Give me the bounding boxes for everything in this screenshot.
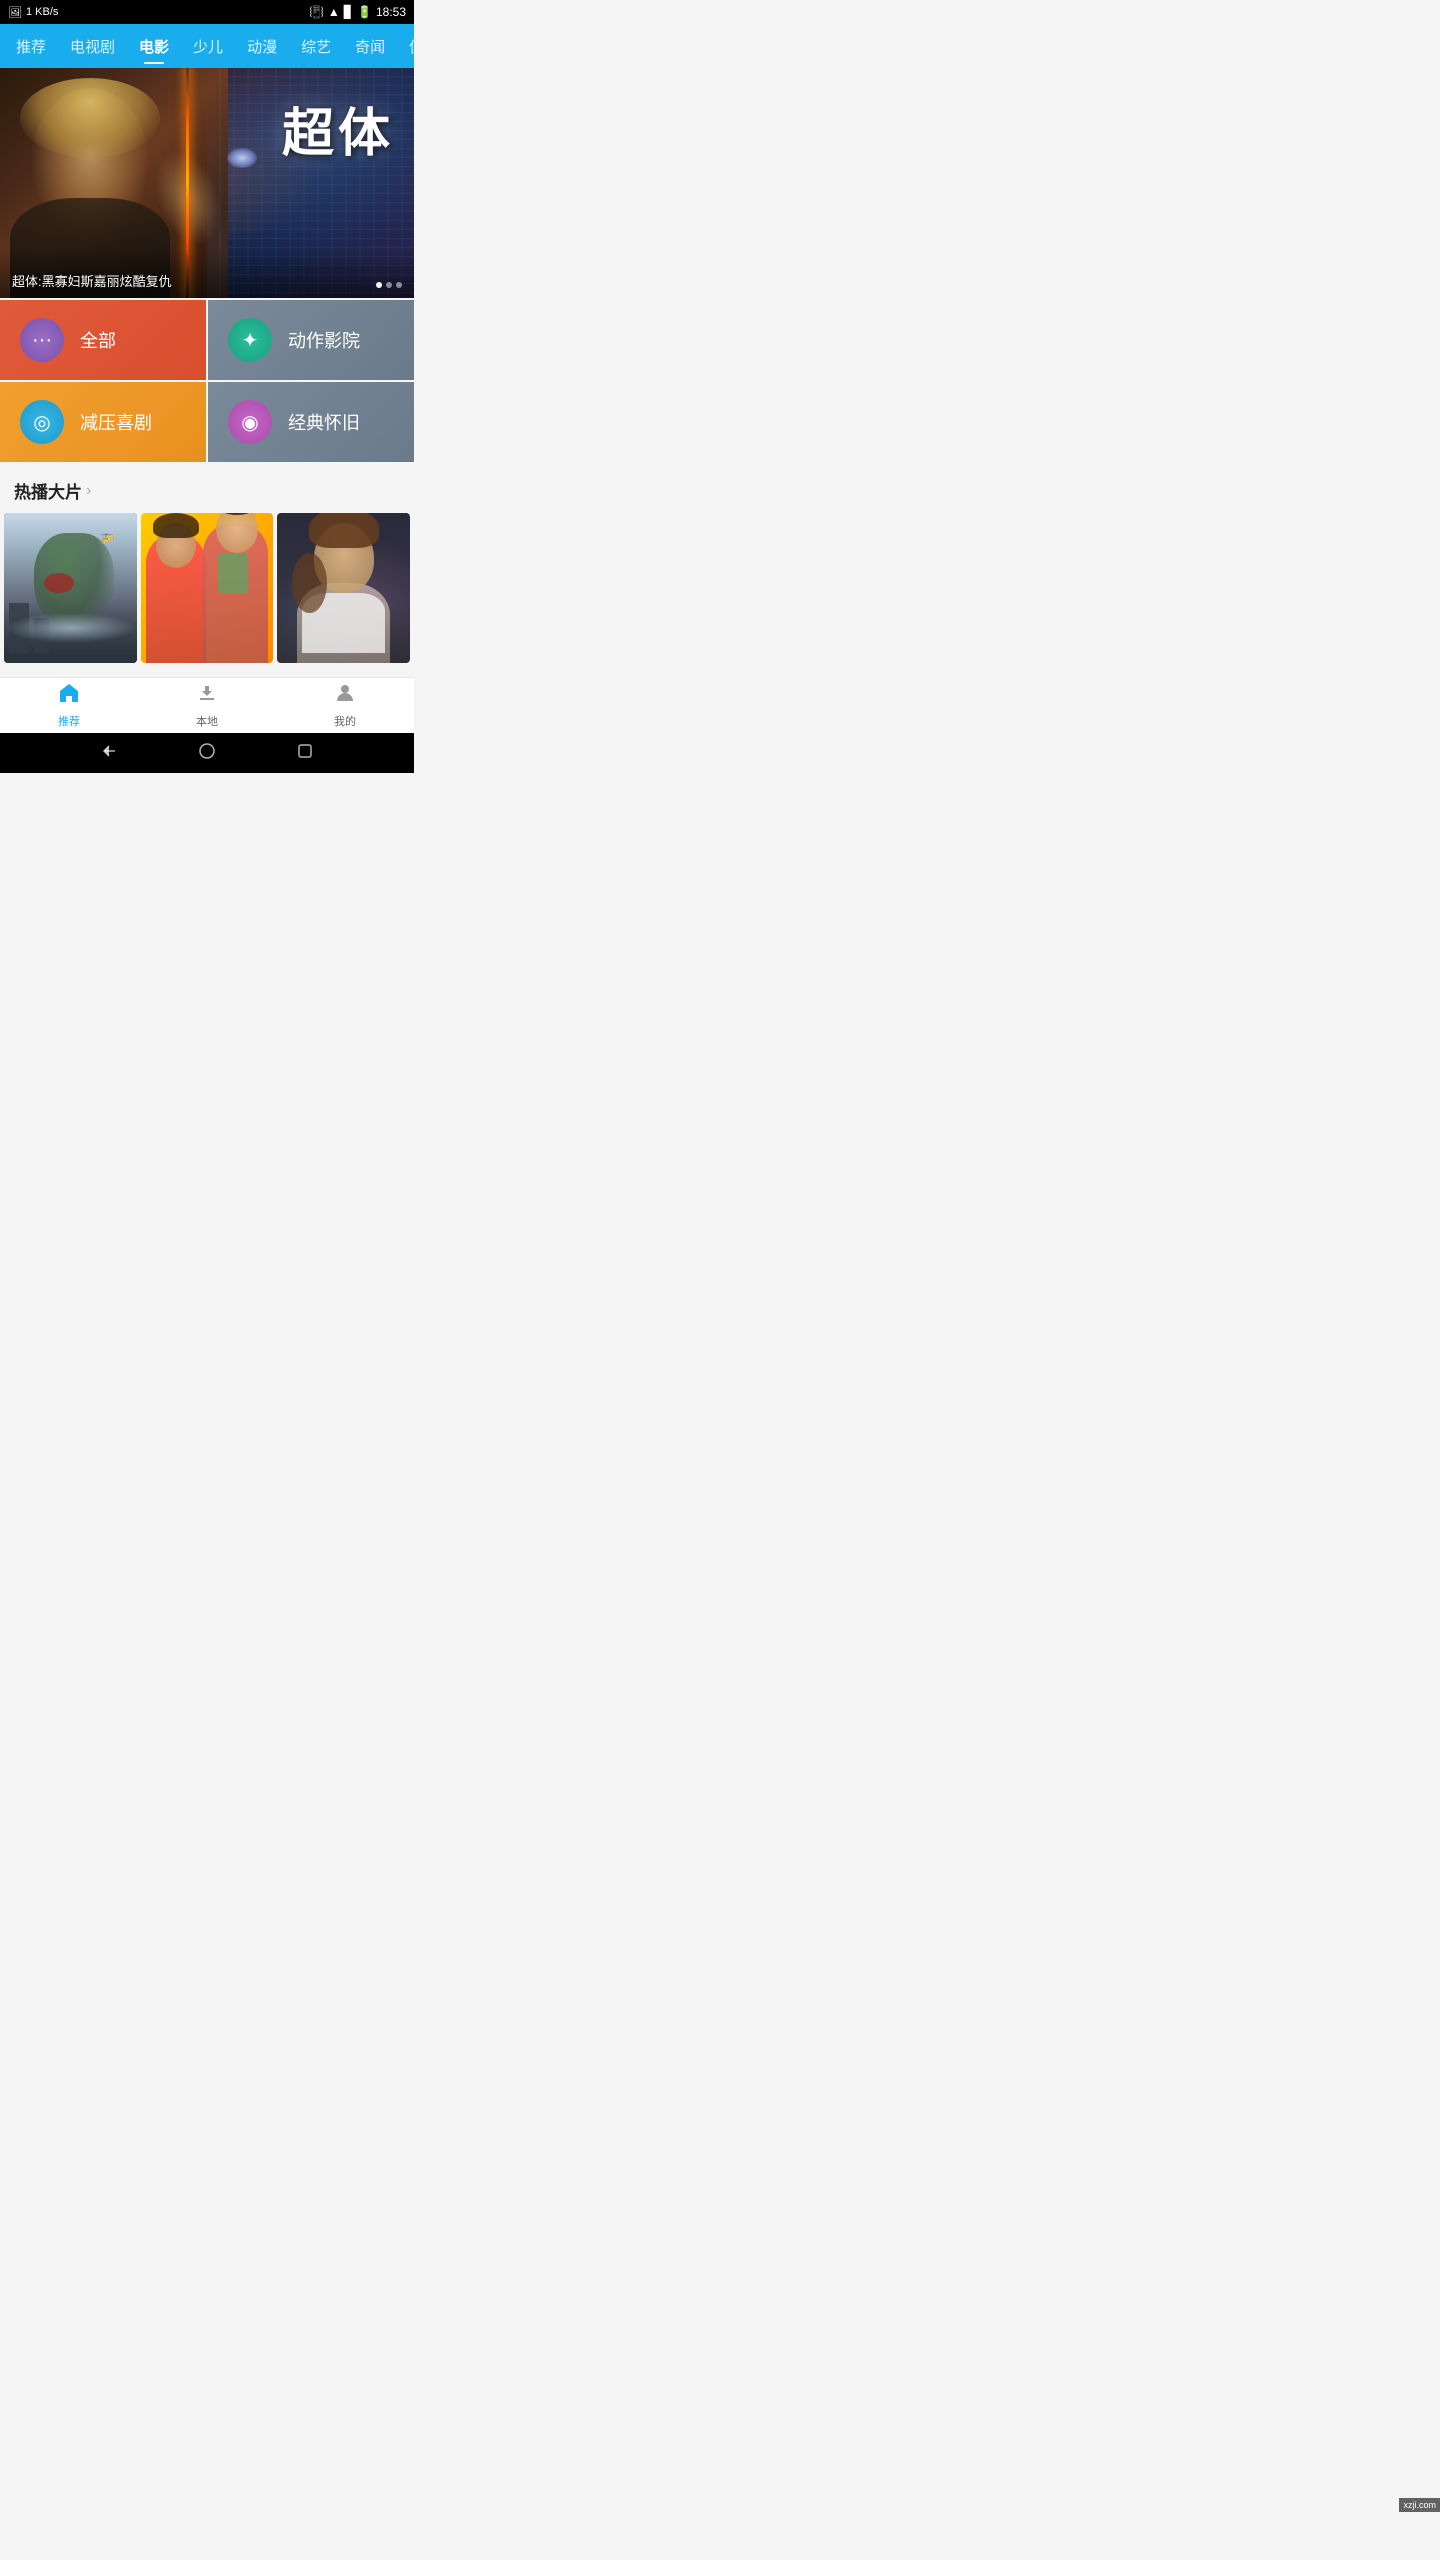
movie-grid: 🚁 <box>0 513 414 667</box>
bottom-nav-recommend-label: 推荐 <box>58 713 80 729</box>
movie-card-1[interactable]: 🚁 <box>4 513 137 663</box>
hero-caption: 超体:黑寡妇斯嘉丽炫酷复仇 <box>12 271 172 290</box>
signal-icon: ▊ <box>344 5 353 19</box>
category-classic-label: 经典怀旧 <box>288 409 360 435</box>
time-display: 18:53 <box>376 5 406 19</box>
home-button[interactable] <box>198 742 216 765</box>
bottom-nav-local[interactable]: 本地 <box>138 678 276 733</box>
category-comedy-icon: ◎ <box>20 400 64 444</box>
hero-overlay-bottom: 超体:黑寡妇斯嘉丽炫酷复仇 <box>0 248 414 298</box>
battery-icon: 🔋 <box>357 5 372 19</box>
screenshot-icon: 🖼 <box>8 6 22 19</box>
spacer <box>0 667 414 677</box>
hot-section-arrow: › <box>86 482 91 500</box>
user-icon <box>334 682 356 710</box>
bottom-nav-mine[interactable]: 我的 <box>276 678 414 733</box>
movie-thumb-1: 🚁 <box>4 513 137 663</box>
movie-card-3[interactable] <box>277 513 410 663</box>
category-classic[interactable]: ◉ 经典怀旧 <box>208 382 414 462</box>
hero-dot-1[interactable] <box>376 282 382 288</box>
bottom-nav-local-label: 本地 <box>196 713 218 729</box>
category-action[interactable]: ✦ 动作影院 <box>208 300 414 380</box>
status-right: 📳 ▲ ▊ 🔋 18:53 <box>309 5 406 19</box>
hero-title: 超体 <box>282 108 394 160</box>
tab-recommend[interactable]: 推荐 <box>4 24 58 68</box>
category-classic-icon: ◉ <box>228 400 272 444</box>
wifi-icon: ▲ <box>328 5 340 19</box>
watermark: xzji.com <box>1399 2498 1440 2512</box>
download-icon <box>196 682 218 710</box>
tab-news[interactable]: 奇闻 <box>343 24 397 68</box>
hot-section-title: 热播大片 <box>14 478 82 503</box>
vibrate-icon: 📳 <box>309 5 324 19</box>
movie-card-2[interactable] <box>141 513 274 663</box>
category-all-icon: ··· <box>20 318 64 362</box>
tab-variety[interactable]: 综艺 <box>289 24 343 68</box>
tab-more[interactable]: 侃 <box>397 24 414 68</box>
comedy-icon-symbol: ◎ <box>33 410 50 435</box>
bottom-nav-recommend[interactable]: 推荐 <box>0 678 138 733</box>
category-grid: ··· 全部 ✦ 动作影院 ◎ 减压喜剧 ◉ 经典怀旧 <box>0 300 414 462</box>
android-nav <box>0 733 414 773</box>
category-action-icon: ✦ <box>228 318 272 362</box>
network-speed: 1 KB/s <box>26 6 58 18</box>
tab-anime[interactable]: 动漫 <box>235 24 289 68</box>
all-icon-symbol: ··· <box>32 329 52 352</box>
category-comedy-label: 减压喜剧 <box>80 409 152 435</box>
classic-icon-symbol: ◉ <box>241 410 258 435</box>
category-comedy[interactable]: ◎ 减压喜剧 <box>0 382 206 462</box>
home-icon <box>58 682 80 710</box>
category-action-label: 动作影院 <box>288 327 360 353</box>
back-button[interactable] <box>100 742 118 765</box>
action-icon-symbol: ✦ <box>242 328 259 353</box>
bottom-nav: 推荐 本地 我的 <box>0 677 414 733</box>
nav-tabs: 推荐 电视剧 电影 少儿 动漫 综艺 奇闻 侃 <box>0 24 414 68</box>
hero-dots <box>376 282 402 288</box>
status-bar: 🖼 1 KB/s 📳 ▲ ▊ 🔋 18:53 <box>0 0 414 24</box>
tab-movie[interactable]: 电影 <box>127 24 181 68</box>
tab-kids[interactable]: 少儿 <box>181 24 235 68</box>
hero-dot-2[interactable] <box>386 282 392 288</box>
hot-section-header[interactable]: 热播大片 › <box>0 464 414 513</box>
hero-dot-3[interactable] <box>396 282 402 288</box>
recents-button[interactable] <box>296 742 314 765</box>
category-all[interactable]: ··· 全部 <box>0 300 206 380</box>
hero-banner[interactable]: 超体 超体:黑寡妇斯嘉丽炫酷复仇 <box>0 68 414 298</box>
tab-tv[interactable]: 电视剧 <box>58 24 127 68</box>
movie-thumb-2 <box>141 513 274 663</box>
status-left: 🖼 1 KB/s <box>8 6 58 19</box>
category-all-label: 全部 <box>80 327 116 353</box>
bottom-nav-mine-label: 我的 <box>334 713 356 729</box>
movie-thumb-3 <box>277 513 410 663</box>
